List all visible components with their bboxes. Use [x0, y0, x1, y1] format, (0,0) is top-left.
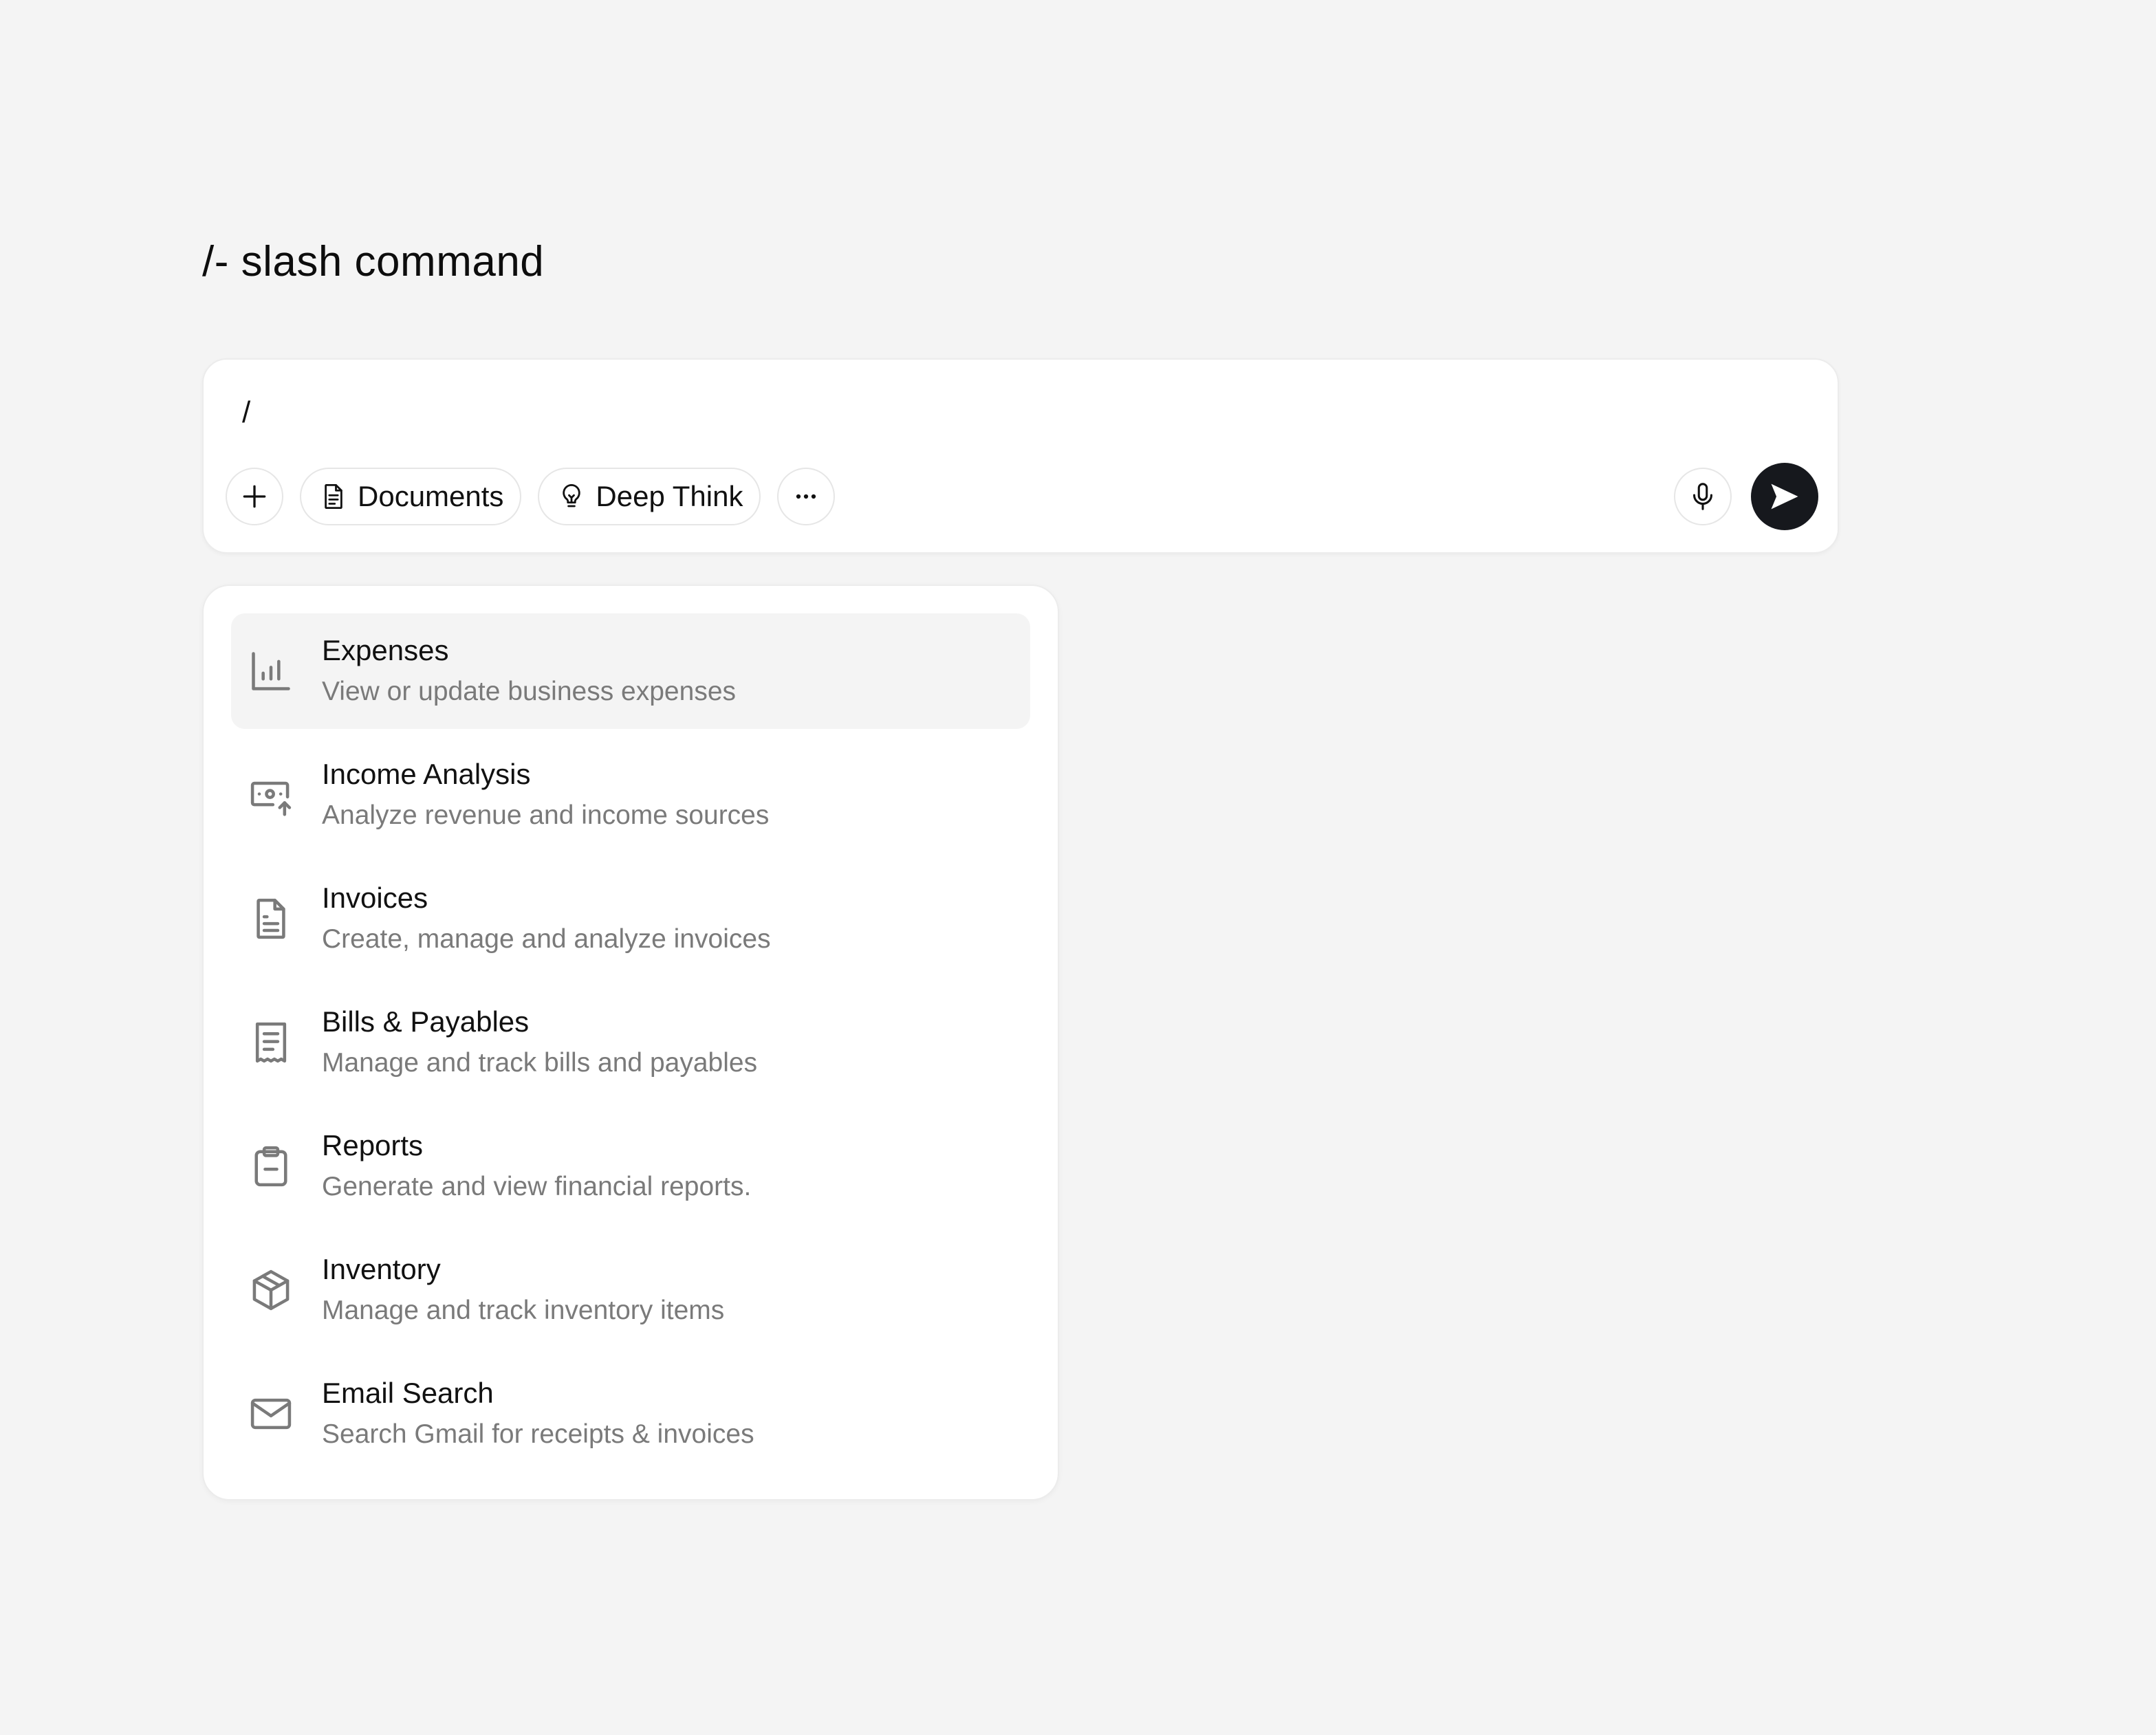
- documents-button[interactable]: Documents: [300, 468, 522, 525]
- menu-item-title: Bills & Payables: [322, 1005, 530, 1038]
- menu-item-description: Generate and view financial reports.: [322, 1172, 752, 1201]
- menu-item-description: View or update business expenses: [322, 677, 737, 706]
- bar-chart-icon: [248, 648, 294, 695]
- microphone-icon: [1687, 481, 1719, 512]
- menu-item-description: Manage and track inventory items: [322, 1296, 725, 1325]
- send-icon: [1767, 479, 1803, 514]
- menu-item-title: Email Search: [322, 1377, 494, 1409]
- box-icon: [248, 1267, 294, 1313]
- menu-item-title: Income Analysis: [322, 758, 531, 790]
- deep-think-label: Deep Think: [596, 480, 743, 512]
- microphone-button[interactable]: [1674, 468, 1732, 525]
- menu-item-title: Inventory: [322, 1253, 441, 1285]
- lightbulb-icon: [557, 482, 586, 511]
- deep-think-button[interactable]: Deep Think: [538, 468, 761, 525]
- menu-item-title: Expenses: [322, 634, 449, 666]
- slash-command-menu: Expenses View or update business expense…: [202, 585, 1059, 1501]
- receipt-icon: [248, 1019, 294, 1066]
- message-input[interactable]: [242, 389, 1618, 437]
- document-icon: [319, 482, 348, 511]
- ellipsis-icon: [791, 481, 821, 512]
- clipboard-icon: [248, 1143, 294, 1190]
- menu-item-title: Invoices: [322, 882, 428, 914]
- add-attachment-button[interactable]: [226, 468, 283, 525]
- composer-toolbar: Documents Deep Think: [226, 468, 836, 525]
- cash-upload-icon: [248, 772, 294, 818]
- menu-item-invoices[interactable]: Invoices Create, manage and analyze invo…: [231, 861, 1030, 976]
- menu-item-inventory[interactable]: Inventory Manage and track inventory ite…: [231, 1232, 1030, 1348]
- more-options-button[interactable]: [777, 468, 836, 525]
- documents-label: Documents: [358, 480, 504, 512]
- menu-item-title: Reports: [322, 1129, 424, 1161]
- menu-item-email-search[interactable]: Email Search Search Gmail for receipts &…: [231, 1356, 1030, 1472]
- page-title: /- slash command: [202, 238, 545, 285]
- menu-item-income-analysis[interactable]: Income Analysis Analyze revenue and inco…: [231, 737, 1030, 853]
- menu-item-description: Analyze revenue and income sources: [322, 800, 770, 830]
- menu-item-expenses[interactable]: Expenses View or update business expense…: [231, 613, 1030, 729]
- menu-item-description: Manage and track bills and payables: [322, 1048, 758, 1078]
- document-icon: [248, 895, 294, 942]
- send-button[interactable]: [1751, 463, 1818, 530]
- envelope-icon: [248, 1390, 294, 1437]
- chat-composer: Documents Deep Think: [202, 358, 1839, 554]
- menu-item-reports[interactable]: Reports Generate and view financial repo…: [231, 1109, 1030, 1224]
- menu-item-description: Create, manage and analyze invoices: [322, 924, 771, 954]
- plus-icon: [239, 481, 270, 512]
- menu-item-bills-payables[interactable]: Bills & Payables Manage and track bills …: [231, 985, 1030, 1100]
- menu-item-description: Search Gmail for receipts & invoices: [322, 1419, 754, 1449]
